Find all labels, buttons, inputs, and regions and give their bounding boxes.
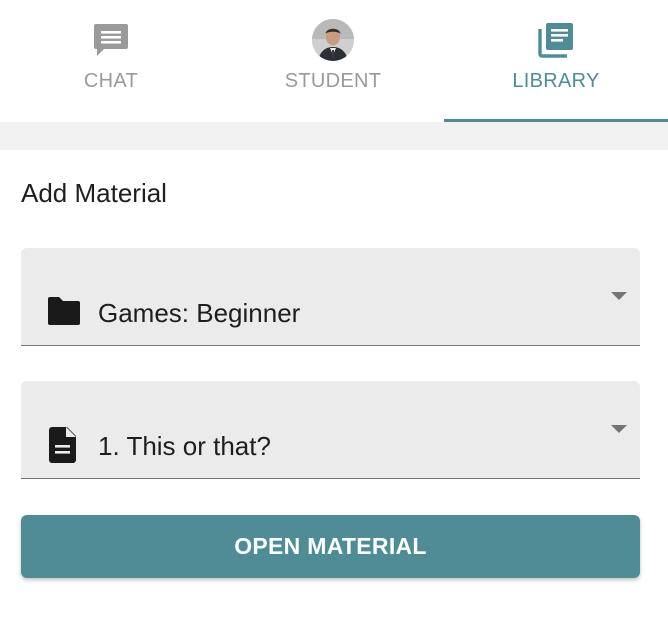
- tab-student-label: STUDENT: [284, 70, 382, 92]
- chevron-down-icon: [611, 425, 627, 433]
- document-icon: [49, 427, 77, 468]
- section-title: Add Material: [21, 178, 167, 208]
- folder-select[interactable]: Games: Beginner: [21, 248, 640, 346]
- student-avatar: [312, 19, 354, 61]
- chevron-down-icon: [611, 292, 627, 300]
- folder-icon: [46, 296, 82, 331]
- tab-divider-band: [0, 122, 668, 150]
- tab-library[interactable]: LIBRARY: [444, 0, 668, 122]
- tab-student[interactable]: STUDENT: [222, 0, 444, 122]
- folder-select-value: Games: Beginner: [98, 298, 301, 328]
- tab-chat-label: CHAT: [83, 70, 139, 92]
- tab-library-label: LIBRARY: [512, 70, 600, 92]
- library-icon: [537, 18, 575, 62]
- chat-icon: [93, 18, 129, 62]
- material-select[interactable]: 1. This or that?: [21, 381, 640, 479]
- material-select-value: 1. This or that?: [98, 431, 271, 461]
- tab-chat[interactable]: CHAT: [0, 0, 222, 122]
- tab-bar: CHAT STUDENT LIBRARY: [0, 0, 668, 122]
- library-panel: CHAT STUDENT LIBRARY Add Material Games:…: [0, 0, 668, 638]
- open-material-button[interactable]: OPEN MATERIAL: [21, 515, 640, 578]
